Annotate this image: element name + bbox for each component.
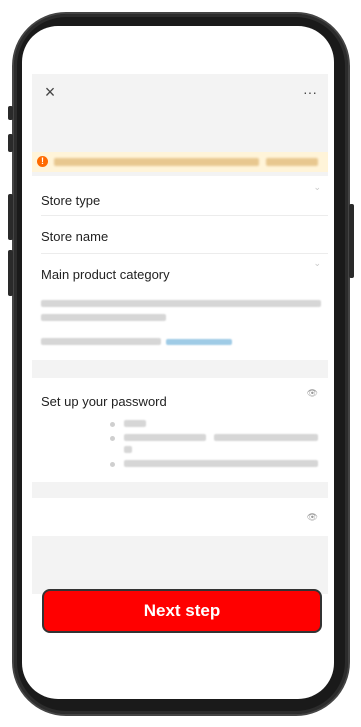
phone-volume-up [8,194,13,240]
store-name-label: Store name [41,229,109,244]
requirement-bullet [110,462,115,467]
warning-icon: ! [37,156,48,167]
next-step-button[interactable]: Next step [42,589,322,633]
main-category-field[interactable]: Main product category ⌄ [32,254,328,360]
chevron-down-icon: ⌄ [313,258,321,268]
password-field[interactable]: Set up your password 👁 [32,378,328,482]
notice-text-redacted [266,158,318,166]
requirement-text-redacted [124,460,318,467]
phone-side-button [8,134,13,152]
phone-volume-down [8,250,13,296]
requirement-text-redacted [124,446,132,453]
confirm-password-field[interactable]: 👁 [32,498,328,536]
requirement-bullet [110,436,115,441]
app-view: × ··· ! Store type ⌄ Store name Main pro… [32,74,328,633]
main-category-label: Main product category [41,267,170,282]
category-link-redacted[interactable] [166,339,232,345]
category-hint-redacted [41,314,166,321]
top-bar: × ··· [32,74,328,114]
phone-power-button [349,204,354,278]
phone-side-button [8,106,13,120]
password-label: Set up your password [41,394,167,409]
category-hint-redacted [41,338,161,345]
category-hint-redacted [41,300,321,307]
store-type-label: Store type [41,193,101,208]
store-name-field[interactable]: Store name [32,216,328,254]
requirement-bullet [110,422,115,427]
notice-text-redacted [54,158,259,166]
warning-notice: ! [32,152,328,172]
eye-icon[interactable]: 👁 [307,388,318,399]
requirement-text-redacted [214,434,318,441]
requirement-text-redacted [124,420,146,427]
close-icon[interactable]: × [38,80,62,104]
phone-screen: × ··· ! Store type ⌄ Store name Main pro… [22,26,334,699]
eye-icon[interactable]: 👁 [307,512,318,523]
chevron-down-icon: ⌄ [313,182,321,192]
more-options-icon[interactable]: ··· [298,80,322,104]
store-type-field[interactable]: Store type ⌄ [32,176,328,216]
requirement-text-redacted [124,434,206,441]
